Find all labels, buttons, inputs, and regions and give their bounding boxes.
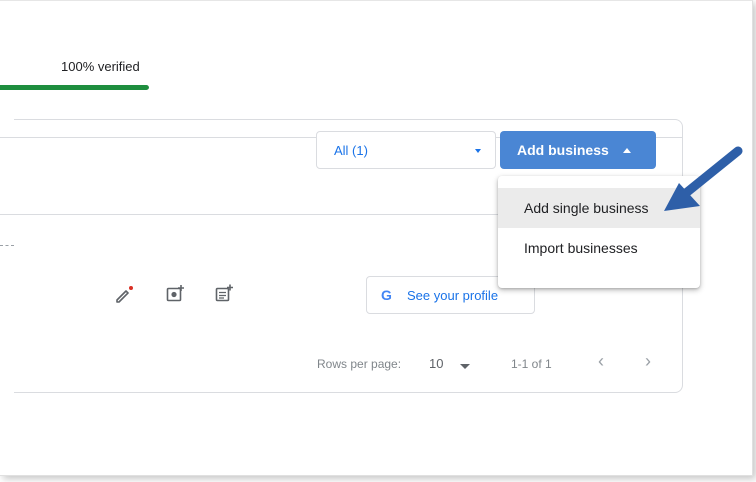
rows-per-page-label: Rows per page: bbox=[317, 357, 402, 371]
next-page-button[interactable]: › bbox=[645, 351, 651, 372]
add-business-label: Add business bbox=[517, 142, 609, 158]
verification-progress-fill bbox=[0, 85, 149, 90]
verification-progress-bar bbox=[0, 85, 149, 90]
pagination-range: 1-1 of 1 bbox=[511, 357, 552, 371]
see-profile-label: See your profile bbox=[407, 288, 499, 303]
google-g-icon: G bbox=[381, 287, 392, 303]
filter-dropdown[interactable]: All (1) bbox=[316, 131, 496, 169]
caret-up-icon bbox=[623, 148, 631, 153]
menu-item-import-businesses[interactable]: Import businesses bbox=[498, 228, 700, 268]
rows-per-page-caret-icon[interactable] bbox=[460, 364, 470, 369]
page-frame: 100% verified All (1) Add business G See… bbox=[0, 0, 753, 476]
pointer-arrow-icon bbox=[664, 146, 743, 211]
dropdown-caret-icon bbox=[475, 149, 481, 153]
rows-per-page-select[interactable]: 10 bbox=[429, 356, 443, 371]
add-business-button[interactable]: Add business bbox=[500, 131, 656, 169]
add-post-icon[interactable] bbox=[214, 283, 236, 305]
add-photo-icon[interactable] bbox=[165, 283, 187, 305]
filter-value: All (1) bbox=[334, 143, 368, 158]
edit-pencil-icon[interactable] bbox=[114, 283, 136, 305]
verified-status: 100% verified bbox=[61, 59, 140, 74]
prev-page-button[interactable]: ‹ bbox=[598, 351, 604, 372]
dashed-guide bbox=[0, 245, 14, 246]
